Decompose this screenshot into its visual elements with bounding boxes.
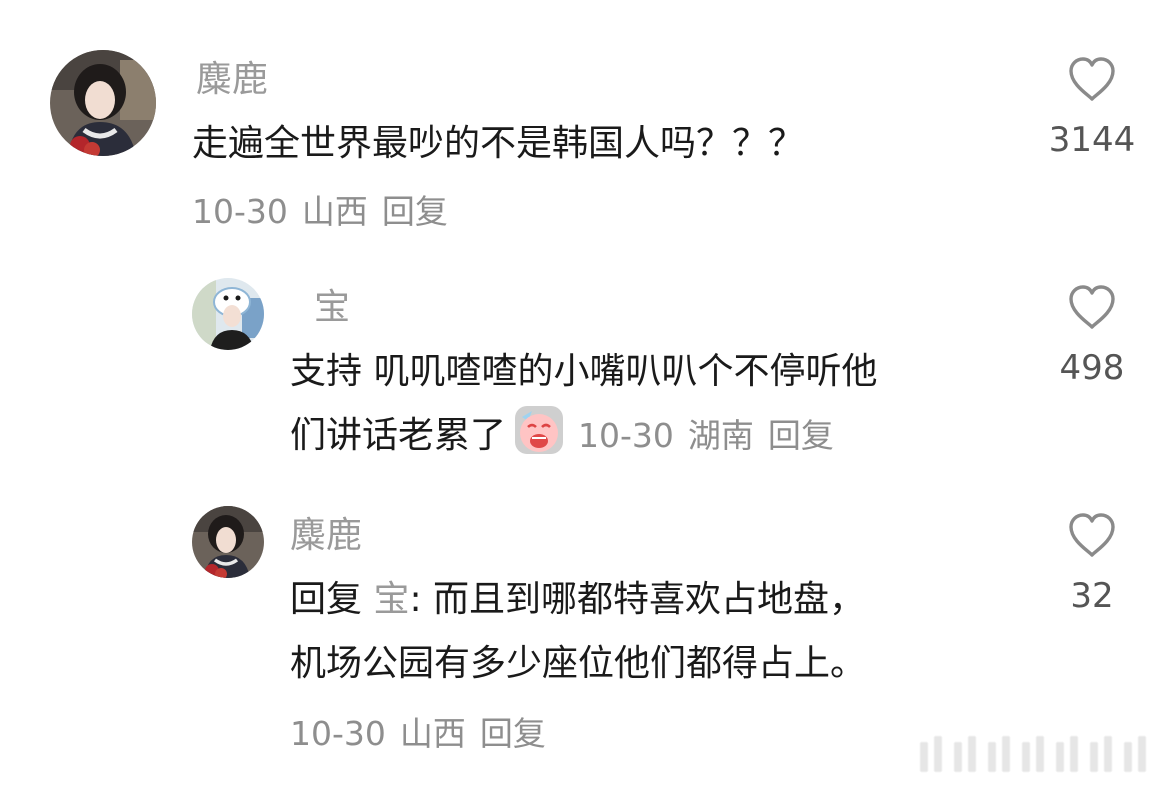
heart-icon[interactable] [1067,284,1117,330]
reply-button[interactable]: 回复 [768,416,834,455]
comment-text-line: 们讲话老累了 10-30 湖南 回复 [290,404,877,468]
comment-date: 10-30 [578,416,674,455]
comment-text-line: 回复 宝: 而且到哪都特喜欢占地盘， [290,568,866,632]
reply-prefix: 回复 [290,579,363,620]
heart-icon[interactable] [1067,56,1117,102]
comment-text-line: 机场公园有多少座位他们都得占上。 [290,643,867,684]
comment-text: 走遍全世界最吵的不是韩国人吗？？？ [192,123,805,164]
username[interactable]: 宝 [314,286,350,330]
comment-location: 山西 [301,192,368,231]
username[interactable]: 麋鹿 [290,514,362,558]
like-section: 498 [1042,284,1142,390]
reply-button[interactable]: 回复 [382,192,448,231]
like-count: 32 [1070,576,1114,616]
like-count: 3144 [1048,120,1136,160]
watermark-logo [919,735,1147,773]
avatar[interactable] [192,506,264,578]
reply-button[interactable]: 回复 [480,714,546,753]
like-count: 498 [1059,348,1125,388]
comment-meta: 10-30 山西 回复 [290,712,546,756]
reply-target-username[interactable]: 宝 [373,579,409,620]
comment-text-line-body: 们讲话老累了 [290,415,507,456]
avatar[interactable] [192,278,264,350]
comment-location: 山西 [399,714,466,753]
username[interactable]: 麋鹿 [196,58,268,102]
like-section: 32 [1042,512,1142,618]
heart-icon[interactable] [1067,512,1117,558]
comment-text: 支持 叽叽喳喳的小嘴叭叭个不停听他 们讲话老累了 10-30 湖南 回复 [290,340,877,468]
sad-face-emoji-icon [515,406,564,454]
comment-text-line-body: : 而且到哪都特喜欢占地盘， [409,579,866,620]
comment-meta: 10-30 湖南 回复 [564,416,834,455]
avatar[interactable] [50,50,156,156]
comment-date: 10-30 [290,714,386,753]
comment-text-line: 支持 叽叽喳喳的小嘴叭叭个不停听他 [290,351,878,392]
comment-location: 湖南 [687,416,754,455]
comment-date: 10-30 [192,192,288,231]
comment-text: 回复 宝: 而且到哪都特喜欢占地盘， 机场公园有多少座位他们都得占上。 [290,568,866,696]
like-section: 3144 [1042,56,1142,162]
comment-meta: 10-30 山西 回复 [192,190,448,234]
